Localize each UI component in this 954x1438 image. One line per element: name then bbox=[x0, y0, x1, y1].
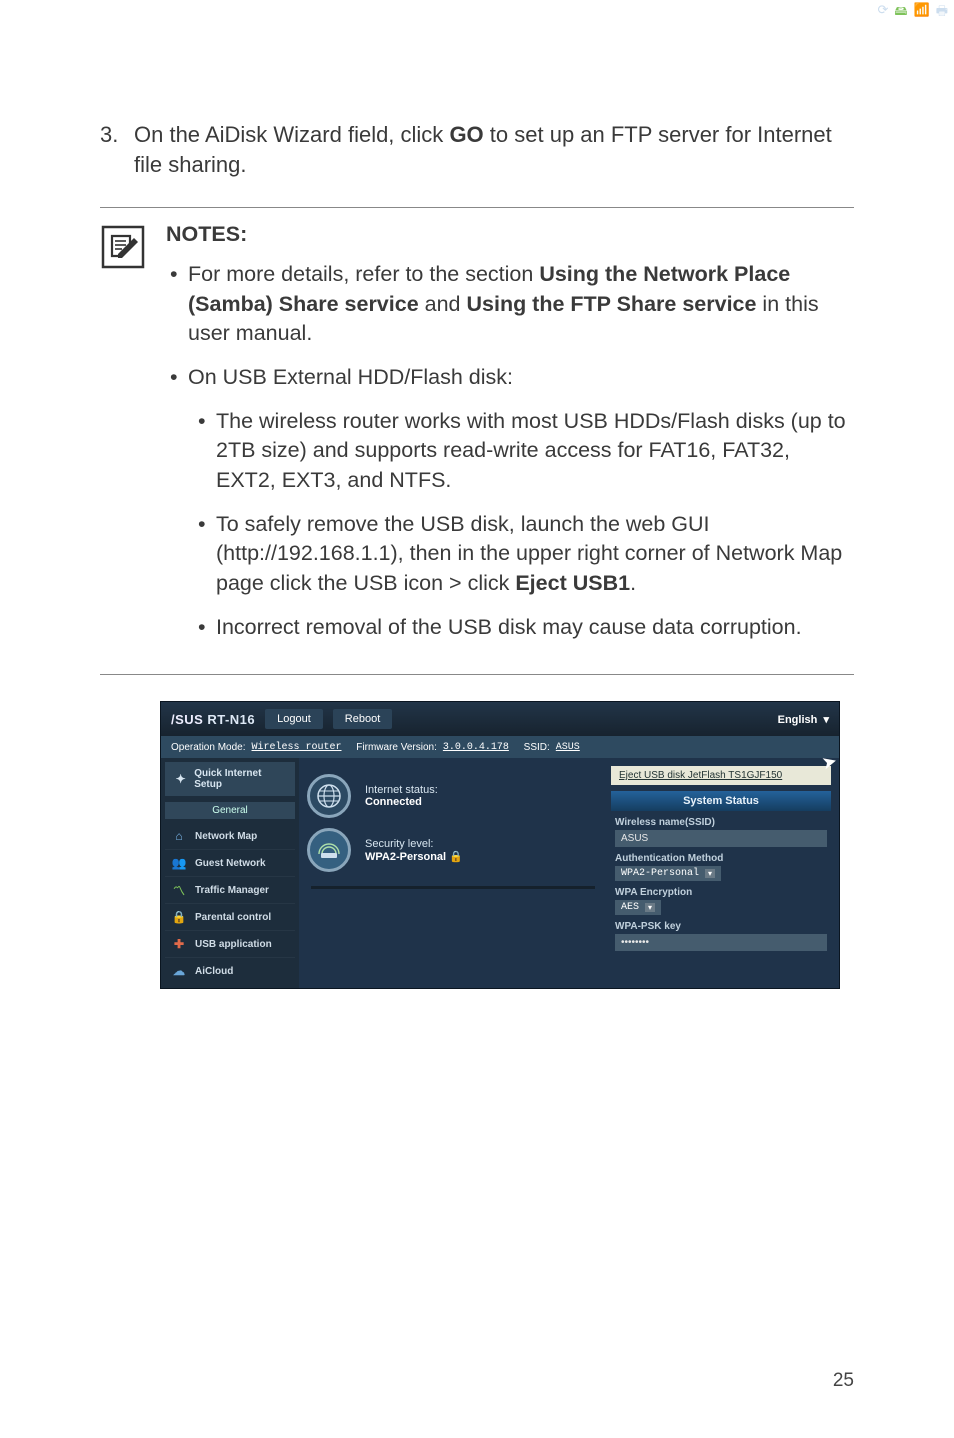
sidebar-item-traffic[interactable]: 〽 Traffic Manager bbox=[165, 877, 295, 904]
usb-disk-icon[interactable]: 🖴 bbox=[894, 2, 907, 24]
logout-button[interactable]: Logout bbox=[265, 709, 323, 729]
language-selector[interactable]: English ▾ bbox=[778, 713, 829, 726]
notes-block: NOTES: For more details, refer to the se… bbox=[100, 207, 854, 675]
notes-bullet-2b: To safely remove the USB disk, launch th… bbox=[188, 510, 854, 599]
lock-icon: 🔒 bbox=[171, 909, 187, 925]
sidebar-item-guest[interactable]: 👥 Guest Network bbox=[165, 850, 295, 877]
security-level-label: Security level: bbox=[365, 838, 463, 850]
step-text: On the AiDisk Wizard field, click GO to … bbox=[134, 120, 854, 179]
opmode-label: Operation Mode: bbox=[171, 742, 246, 753]
traffic-icon: 〽 bbox=[171, 882, 187, 898]
step-pre: On the AiDisk Wizard field, click bbox=[134, 122, 449, 147]
notes-bullet-1: For more details, refer to the section U… bbox=[166, 260, 854, 349]
router-infobar: Operation Mode: Wireless router Firmware… bbox=[161, 736, 839, 758]
notes-bullet-2a: The wireless router works with most USB … bbox=[188, 407, 854, 496]
notes-bullet-2c: Incorrect removal of the USB disk may ca… bbox=[188, 613, 854, 643]
padlock-icon: 🔒 bbox=[449, 851, 463, 863]
router-screenshot: /SUS RT-N16 Logout Reboot English ▾ Oper… bbox=[160, 701, 840, 989]
security-level-value: WPA2-Personal 🔒 bbox=[365, 850, 463, 863]
ssid-label: SSID: bbox=[524, 742, 550, 753]
opmode-value[interactable]: Wireless router bbox=[252, 742, 342, 753]
reboot-button[interactable]: Reboot bbox=[333, 709, 392, 729]
notes-bullet-2: On USB External HDD/Flash disk: The wire… bbox=[166, 363, 854, 642]
sidebar-item-aicloud[interactable]: ☁ AiCloud bbox=[165, 958, 295, 984]
wifi-icon[interactable]: 📶 bbox=[914, 2, 930, 24]
wpa-psk-input[interactable]: •••••••• bbox=[615, 934, 827, 951]
security-level-row[interactable]: Security level: WPA2-Personal 🔒 bbox=[307, 828, 599, 872]
page-number: 25 bbox=[833, 1370, 854, 1392]
topbar-status-icons: ⟳ 🖴 📶 🖶 bbox=[875, 0, 950, 26]
wireless-name-input[interactable]: ASUS bbox=[615, 830, 827, 847]
step-3: 3. On the AiDisk Wizard field, click GO … bbox=[100, 120, 854, 179]
asus-logo: /SUS RT-N16 bbox=[171, 712, 255, 727]
internet-status-label: Internet status: bbox=[365, 784, 438, 796]
network-icon: ⌂ bbox=[171, 828, 187, 844]
router-device-icon bbox=[307, 828, 351, 872]
sidebar-section-general: General bbox=[165, 802, 295, 819]
auth-method-label: Authentication Method bbox=[615, 853, 831, 864]
step-bold: GO bbox=[449, 122, 483, 147]
wpa-encryption-label: WPA Encryption bbox=[615, 887, 831, 898]
notes-content: NOTES: For more details, refer to the se… bbox=[166, 220, 854, 656]
sidebar-item-qis[interactable]: ✦ Quick Internet Setup bbox=[165, 762, 295, 796]
chevron-down-icon: ▾ bbox=[645, 903, 655, 912]
notes-title: NOTES: bbox=[166, 220, 854, 250]
router-sidebar: ✦ Quick Internet Setup General ⌂ Network… bbox=[161, 758, 299, 988]
sidebar-item-networkmap[interactable]: ⌂ Network Map bbox=[165, 823, 295, 850]
system-status-header: System Status bbox=[611, 791, 831, 811]
wireless-name-label: Wireless name(SSID) bbox=[615, 817, 831, 828]
notes-icon bbox=[100, 220, 150, 656]
chevron-down-icon: ▾ bbox=[705, 869, 715, 878]
router-topbar: /SUS RT-N16 Logout Reboot English ▾ bbox=[161, 702, 839, 736]
step-number: 3. bbox=[100, 120, 134, 179]
usb-icon: ✚ bbox=[171, 936, 187, 952]
cloud-icon: ☁ bbox=[171, 963, 187, 979]
internet-status-value: Connected bbox=[365, 796, 438, 808]
wpa-psk-label: WPA-PSK key bbox=[615, 921, 831, 932]
fw-value[interactable]: 3.0.0.4.178 bbox=[443, 742, 509, 753]
refresh-icon[interactable]: ⟳ bbox=[877, 2, 888, 24]
globe-icon bbox=[307, 774, 351, 818]
ssid-value: ASUS bbox=[556, 742, 580, 753]
router-main: Internet status: Connected Security leve… bbox=[299, 758, 839, 988]
wand-icon: ✦ bbox=[173, 771, 188, 787]
sidebar-item-parental[interactable]: 🔒 Parental control bbox=[165, 904, 295, 931]
auth-method-select[interactable]: WPA2-Personal ▾ bbox=[615, 866, 721, 881]
internet-status-row[interactable]: Internet status: Connected bbox=[307, 774, 599, 818]
eject-usb-tooltip[interactable]: Eject USB disk JetFlash TS1GJF150 ➤ bbox=[611, 766, 831, 785]
guest-icon: 👥 bbox=[171, 855, 187, 871]
fw-label: Firmware Version: bbox=[356, 742, 437, 753]
router-model: RT-N16 bbox=[207, 712, 255, 727]
wpa-encryption-select[interactable]: AES ▾ bbox=[615, 900, 661, 915]
sidebar-item-usb[interactable]: ✚ USB application bbox=[165, 931, 295, 958]
printer-icon[interactable]: 🖶 bbox=[936, 2, 948, 24]
